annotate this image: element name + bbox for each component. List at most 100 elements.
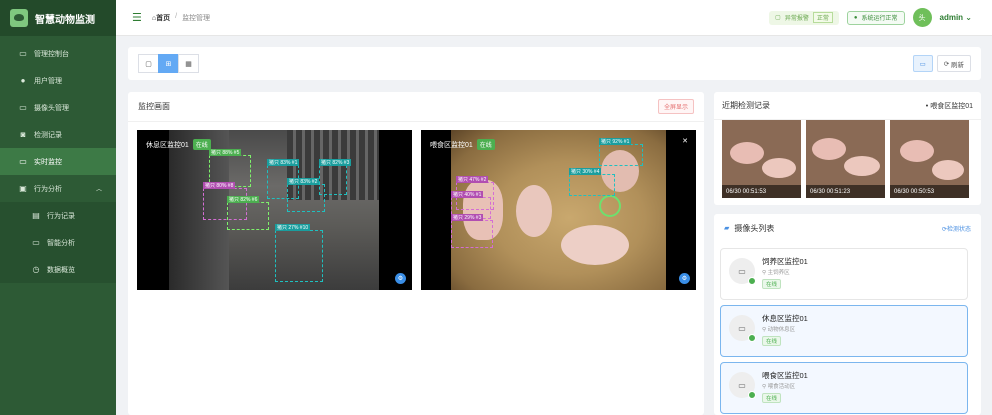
record-thumb[interactable]: 06/30 00:51:23 bbox=[806, 120, 885, 198]
header-right: ▢ 异常报警 正常 ● 系统运行正常 头 admin ⌄ bbox=[769, 8, 972, 27]
detection-box: 猪只 29% #3 bbox=[451, 214, 493, 248]
view-grid9-button[interactable]: ▦ bbox=[178, 54, 199, 73]
user-icon: ● bbox=[20, 76, 26, 85]
camera-list-location: ⚲ 动物休息区 bbox=[762, 327, 796, 333]
close-icon[interactable]: ✕ bbox=[682, 137, 688, 145]
camera-icon: ▭ bbox=[19, 103, 27, 112]
check-status-button[interactable]: ⟳检测状态 bbox=[942, 224, 971, 233]
monitor-panel: 监控画面 全屏显示 休息区监控01 在线 猪只 88% #5 猪只 83% #1… bbox=[128, 92, 704, 415]
camera-settings-icon[interactable]: ⚙ bbox=[679, 273, 690, 284]
camera-name: 喂食区监控01 bbox=[430, 141, 473, 149]
doc-icon: ▤ bbox=[32, 211, 40, 220]
record-thumb[interactable]: 06/30 00:51:53 bbox=[722, 120, 801, 198]
camera-feed-rest[interactable]: 休息区监控01 在线 猪只 88% #5 猪只 83% #1 猪只 82% #3… bbox=[137, 130, 412, 290]
alert-tag: 正常 bbox=[812, 12, 833, 23]
alert-status[interactable]: ▢ 异常报警 正常 bbox=[769, 10, 839, 25]
recent-camera: • 喂食区监控01 bbox=[925, 102, 973, 110]
refresh-button[interactable]: ⟳ 刷新 bbox=[936, 55, 971, 72]
camera-settings-icon[interactable]: ⚙ bbox=[395, 273, 406, 284]
record-icon: ◙ bbox=[20, 130, 26, 139]
analysis-icon: ▭ bbox=[32, 238, 40, 247]
app-logo[interactable]: 智慧动物监测 bbox=[0, 0, 116, 36]
view-single-button[interactable]: ▢ bbox=[138, 54, 159, 73]
top-header: ☰ ⌂首页 / 监控管理 ▢ 异常报警 正常 ● 系统运行正常 头 admin … bbox=[116, 0, 992, 36]
camera-list-name: 饲养区监控01 bbox=[762, 257, 808, 266]
sidebar-item-users[interactable]: ● 用户管理 bbox=[0, 67, 116, 94]
view-grid4-button[interactable]: ⊞ bbox=[158, 54, 179, 73]
pig-shape bbox=[762, 158, 796, 178]
clock-icon: ◷ bbox=[32, 265, 40, 274]
detection-box: 猪只 83% #2 bbox=[287, 178, 325, 212]
camera-list-location: ⚲ 主饲养区 bbox=[762, 270, 790, 276]
breadcrumb-current: 监控管理 bbox=[182, 14, 211, 22]
sidebar-item-records[interactable]: ◙ 检测记录 bbox=[0, 121, 116, 148]
camera-label: 休息区监控01 在线 bbox=[146, 139, 211, 150]
camera-list-item[interactable]: ▭ 饲养区监控01 ⚲ 主饲养区 在线 bbox=[720, 248, 968, 300]
camera-list-item[interactable]: ▭ 休息区监控01 ⚲ 动物休息区 在线 bbox=[720, 305, 968, 357]
sidebar-item-label: 实时监控 bbox=[34, 158, 62, 166]
recent-records-panel: 近期检测记录 • 喂食区监控01 06/30 00:51:53 06/30 00… bbox=[714, 92, 981, 205]
detection-box: 猪只 27% #10 bbox=[275, 224, 323, 282]
monitor-icon: ▭ bbox=[19, 49, 27, 58]
sidebar-nav: ▭ 管理控制台 ● 用户管理 ▭ 摄像头管理 ◙ 检测记录 ▭ 实时监控 ▣ 行… bbox=[0, 36, 116, 283]
refresh-icon: ⟳ bbox=[943, 60, 950, 68]
sidebar-item-behavior[interactable]: ▣ 行为分析 ︿ bbox=[0, 175, 116, 202]
camera-feed-feeding[interactable]: 喂食区监控01 在线 ✕ 猪只 92% #1 猪只 30% #4 猪只 47% … bbox=[421, 130, 696, 290]
detection-box: 猪只 82% #6 bbox=[227, 196, 269, 230]
chevron-down-icon: ⌄ bbox=[965, 13, 972, 22]
chevron-up-icon: ︿ bbox=[95, 187, 102, 193]
sidebar-item-label: 摄像头管理 bbox=[34, 104, 69, 112]
detection-box: 猪只 30% #4 bbox=[569, 168, 615, 196]
sidebar-item-behavior-records[interactable]: ▤ 行为记录 bbox=[0, 202, 116, 229]
camera-list-status: 在线 bbox=[762, 336, 782, 346]
camera-list-name: 喂食区监控01 bbox=[762, 371, 808, 380]
breadcrumb-home[interactable]: ⌂首页 bbox=[152, 13, 170, 23]
alert-icon: ▢ bbox=[775, 15, 781, 21]
pig-shape bbox=[844, 156, 880, 176]
system-status-text: 系统运行正常 bbox=[861, 16, 898, 22]
breadcrumb-separator: / bbox=[175, 12, 178, 20]
camera-list-panel: ▰ 摄像头列表 ⟳检测状态 ▭ 饲养区监控01 ⚲ 主饲养区 在线 ▭ 休息区监… bbox=[714, 214, 981, 415]
camera-name: 休息区监控01 bbox=[146, 141, 189, 149]
toolbar-actions: ▭ ⟳ 刷新 bbox=[912, 55, 971, 72]
logo-icon bbox=[10, 9, 28, 27]
sidebar-item-overview[interactable]: ◷ 数据概览 bbox=[0, 256, 116, 283]
alert-label: 异常报警 bbox=[784, 16, 809, 22]
menu-toggle-icon[interactable]: ☰ bbox=[132, 11, 142, 24]
camera-label: 喂食区监控01 在线 bbox=[430, 139, 495, 150]
sidebar-item-console[interactable]: ▭ 管理控制台 bbox=[0, 40, 116, 67]
pig-shape bbox=[932, 160, 964, 180]
sidebar-item-live[interactable]: ▭ 实时监控 bbox=[0, 148, 116, 175]
sidebar-item-smart-analysis[interactable]: ▭ 智能分析 bbox=[0, 229, 116, 256]
camera-list-name: 休息区监控01 bbox=[762, 314, 808, 323]
sidebar-item-label: 行为分析 bbox=[34, 185, 62, 193]
recent-title: 近期检测记录 bbox=[722, 101, 770, 110]
pig-shape bbox=[900, 140, 934, 162]
record-thumb[interactable]: 06/30 00:50:53 bbox=[890, 120, 969, 198]
camera-list-item[interactable]: ▭ 喂食区监控01 ⚲ 喂食活动区 在线 bbox=[720, 362, 968, 414]
chart-icon: ▣ bbox=[19, 184, 27, 193]
thumb-time: 06/30 00:50:53 bbox=[890, 185, 969, 198]
avatar[interactable]: 头 bbox=[912, 8, 932, 27]
sidebar-item-label: 检测记录 bbox=[34, 131, 62, 139]
focus-ring bbox=[599, 195, 621, 217]
sidebar-item-cameras[interactable]: ▭ 摄像头管理 bbox=[0, 94, 116, 121]
pig-shape bbox=[730, 142, 764, 164]
fullscreen-button[interactable]: 全屏显示 bbox=[657, 99, 694, 114]
pig-shape bbox=[516, 185, 552, 237]
app-title: 智慧动物监测 bbox=[35, 14, 95, 26]
camera-list-title: 摄像头列表 bbox=[734, 223, 775, 233]
status-dot-icon: ● bbox=[853, 14, 858, 21]
view-toolbar: ▢ ⊞ ▦ ▭ ⟳ 刷新 bbox=[128, 47, 981, 80]
live-icon: ▭ bbox=[19, 157, 27, 166]
system-status-badge: ● 系统运行正常 bbox=[846, 10, 905, 25]
sidebar-item-label: 管理控制台 bbox=[34, 50, 69, 58]
sidebar-item-label: 行为记录 bbox=[47, 212, 75, 220]
user-menu[interactable]: admin ⌄ bbox=[940, 13, 973, 22]
detection-box: 猪只 92% #1 bbox=[599, 138, 643, 166]
camera-list-status: 在线 bbox=[762, 279, 782, 289]
camera-list-location: ⚲ 喂食活动区 bbox=[762, 384, 796, 390]
camera-list-status: 在线 bbox=[762, 393, 782, 403]
pig-shape bbox=[812, 138, 846, 160]
snapshot-button[interactable]: ▭ bbox=[912, 55, 933, 72]
